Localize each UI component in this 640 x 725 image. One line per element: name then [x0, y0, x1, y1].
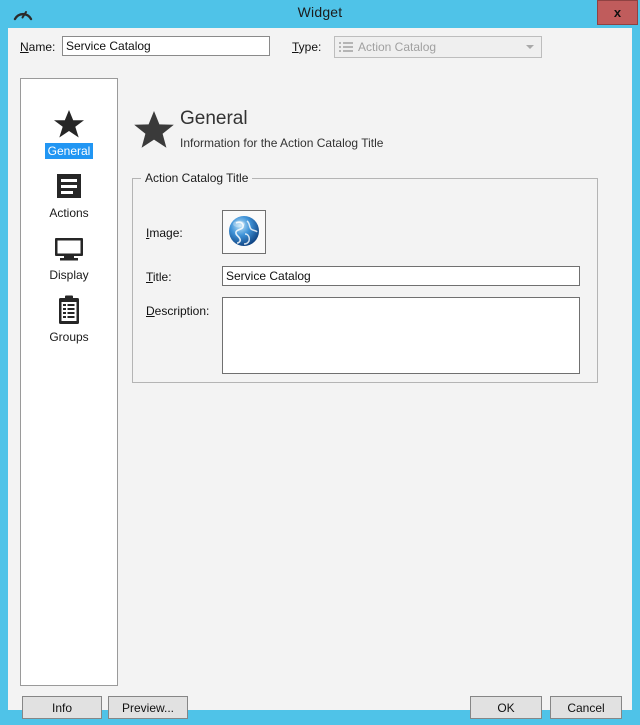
chevron-down-icon — [526, 45, 534, 49]
description-textarea[interactable] — [222, 297, 580, 374]
window-title: Widget — [297, 4, 343, 20]
dialog-client-area: Name: Type: Action Catalog — [8, 28, 632, 719]
image-picker-button[interactable] — [222, 210, 266, 254]
ok-button[interactable]: OK — [470, 696, 542, 719]
list-icon — [339, 41, 353, 53]
groupbox-title: Action Catalog Title — [141, 171, 253, 185]
title-label: Title: — [146, 270, 172, 284]
preview-button[interactable]: Preview... — [108, 696, 188, 719]
list-block-icon — [52, 169, 86, 203]
star-icon — [52, 107, 86, 141]
sidebar-item-label: General — [44, 143, 94, 159]
page-title: General — [180, 108, 248, 129]
sidebar-item-label: Actions — [49, 206, 89, 220]
title-input[interactable] — [222, 266, 580, 286]
sidebar-item-groups[interactable]: Groups — [21, 293, 117, 345]
title-bar: Widget x — [0, 0, 640, 28]
type-dropdown[interactable]: Action Catalog — [334, 36, 542, 58]
close-button[interactable]: x — [597, 0, 638, 25]
sidebar-item-label: Display — [49, 268, 89, 282]
page-header-star-icon — [132, 108, 176, 152]
widget-dialog-window: Widget x Name: Type: Action Catalog — [0, 0, 640, 725]
clipboard-icon — [52, 293, 86, 327]
sidebar-item-label: Groups — [49, 330, 89, 344]
sidebar: General Actions Display Groups — [20, 78, 118, 686]
page-subtitle: Information for the Action Catalog Title — [180, 136, 384, 150]
sidebar-item-general[interactable]: General — [21, 107, 117, 159]
description-label: Description: — [146, 304, 210, 318]
sidebar-item-actions[interactable]: Actions — [21, 169, 117, 221]
type-value: Action Catalog — [358, 40, 437, 54]
type-label: Type: — [292, 40, 322, 54]
globe-icon — [227, 214, 261, 251]
cancel-button[interactable]: Cancel — [550, 696, 622, 719]
sidebar-item-display[interactable]: Display — [21, 231, 117, 283]
name-input[interactable] — [62, 36, 270, 56]
name-label: Name: — [20, 40, 56, 54]
monitor-icon — [52, 231, 86, 265]
info-button[interactable]: Info — [22, 696, 102, 719]
image-label: Image: — [146, 226, 183, 240]
